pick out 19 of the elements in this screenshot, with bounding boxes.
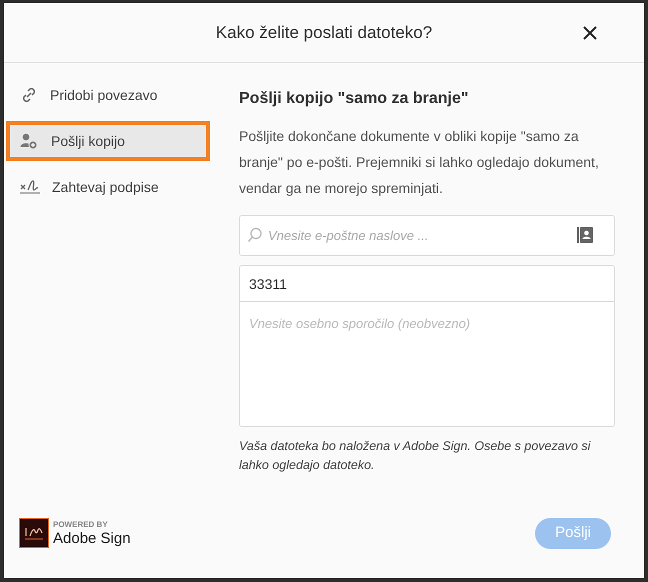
- logo-icon: [19, 518, 49, 548]
- search-icon: [247, 227, 263, 243]
- powered-by-label: POWERED BY: [53, 520, 109, 528]
- brand-name: Adobe Sign: [53, 530, 131, 546]
- section-heading: Pošlji kopijo "samo za branje": [239, 89, 470, 109]
- upload-note: Vaša datoteka bo naložena v Adobe Sign. Osebe s povezavo si lahko ogledajo datoteko.: [239, 438, 592, 474]
- close-icon: [583, 26, 597, 40]
- sidebar-item[interactable]: Zahtevaj podpise: [4, 167, 210, 207]
- email-field[interactable]: Vnesite e-poštne naslove ...: [239, 215, 615, 256]
- signature-icon: [20, 179, 40, 195]
- add-person-icon: [20, 132, 38, 150]
- message-field[interactable]: Vnesite osebno sporočilo (neobvezno): [239, 302, 615, 427]
- description-text: Pošljite dokončane dokumente v obliki kopije "samo za branje" po e-pošti. Prejemniki si lahko ogledajo dokument, vendar ga ne morejo spreminjati.: [239, 127, 600, 198]
- sidebar-item[interactable]: Pridobi povezavo: [4, 75, 210, 115]
- link-icon: [20, 86, 38, 104]
- subject-field[interactable]: 33311: [239, 265, 615, 302]
- dialog-title: Kako želite poslati datoteko?: [216, 22, 432, 44]
- contact-book-icon[interactable]: [577, 227, 593, 243]
- sidebar-item[interactable]: Pošlji kopijo: [6, 121, 210, 161]
